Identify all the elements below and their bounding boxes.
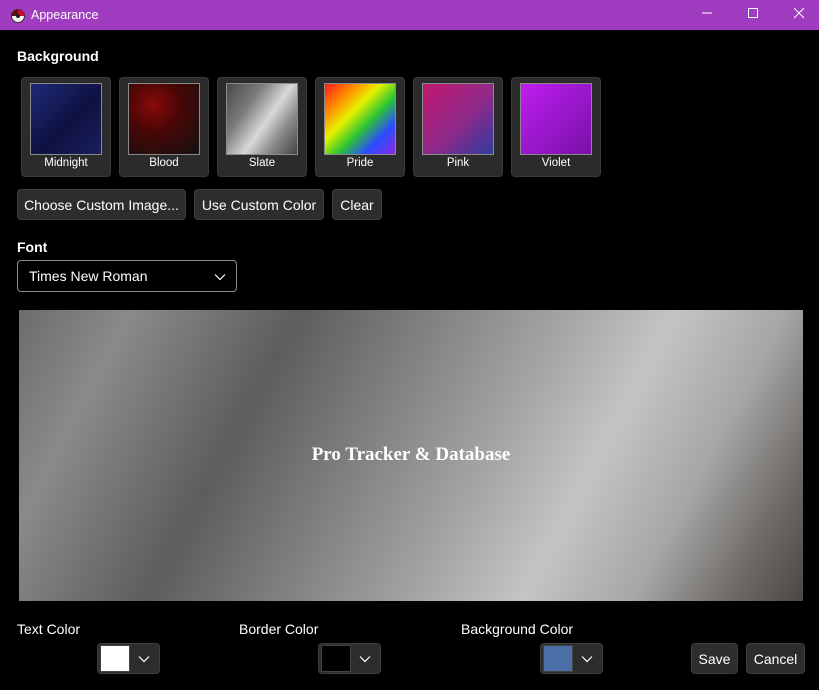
choose-custom-image-button[interactable]: Choose Custom Image... [17,189,186,220]
border-color-swatch [321,645,351,672]
preset-slate-preview [226,83,298,155]
cancel-button[interactable]: Cancel [746,643,805,674]
font-dropdown-value: Times New Roman [29,268,148,284]
use-custom-color-button[interactable]: Use Custom Color [194,189,324,220]
preset-blood[interactable]: Blood [119,77,209,177]
text-color-swatch [100,645,130,672]
preset-pride[interactable]: Pride [315,77,405,177]
preset-label: Pride [346,157,374,169]
font-heading: Font [17,239,48,255]
title-bar: Appearance [0,0,819,30]
background-color-picker[interactable] [540,643,603,674]
window-title: Appearance [31,8,99,22]
preset-pink-preview [422,83,494,155]
appearance-preview: Pro Tracker & Database [19,310,803,601]
preset-midnight-preview [30,83,102,155]
preset-pride-preview [324,83,396,155]
preset-label: Blood [149,157,179,169]
chevron-down-icon [137,652,151,671]
preset-slate[interactable]: Slate [217,77,307,177]
preset-label: Midnight [44,157,88,169]
preset-violet-preview [520,83,592,155]
chevron-down-icon [358,652,372,671]
preview-title: Pro Tracker & Database [311,444,511,465]
maximize-icon [747,6,759,24]
text-color-picker[interactable] [97,643,160,674]
close-icon [793,6,805,24]
save-button[interactable]: Save [691,643,738,674]
maximize-button[interactable] [730,0,776,30]
preset-pink[interactable]: Pink [413,77,503,177]
preset-midnight[interactable]: Midnight [21,77,111,177]
preset-label: Slate [248,157,276,169]
close-button[interactable] [776,0,819,30]
minimize-icon [701,6,713,24]
clear-background-button[interactable]: Clear [332,189,382,220]
background-color-swatch [543,645,573,672]
background-color-label: Background Color [461,621,574,637]
preset-label: Violet [541,157,571,169]
background-heading: Background [17,48,99,64]
app-logo-icon [10,7,26,23]
font-dropdown[interactable]: Times New Roman [17,260,237,292]
border-color-label: Border Color [239,621,319,637]
preset-violet[interactable]: Violet [511,77,601,177]
minimize-button[interactable] [684,0,730,30]
border-color-picker[interactable] [318,643,381,674]
chevron-down-icon [213,270,227,289]
text-color-label: Text Color [17,621,81,637]
preset-blood-preview [128,83,200,155]
preset-label: Pink [446,157,470,169]
chevron-down-icon [580,652,594,671]
